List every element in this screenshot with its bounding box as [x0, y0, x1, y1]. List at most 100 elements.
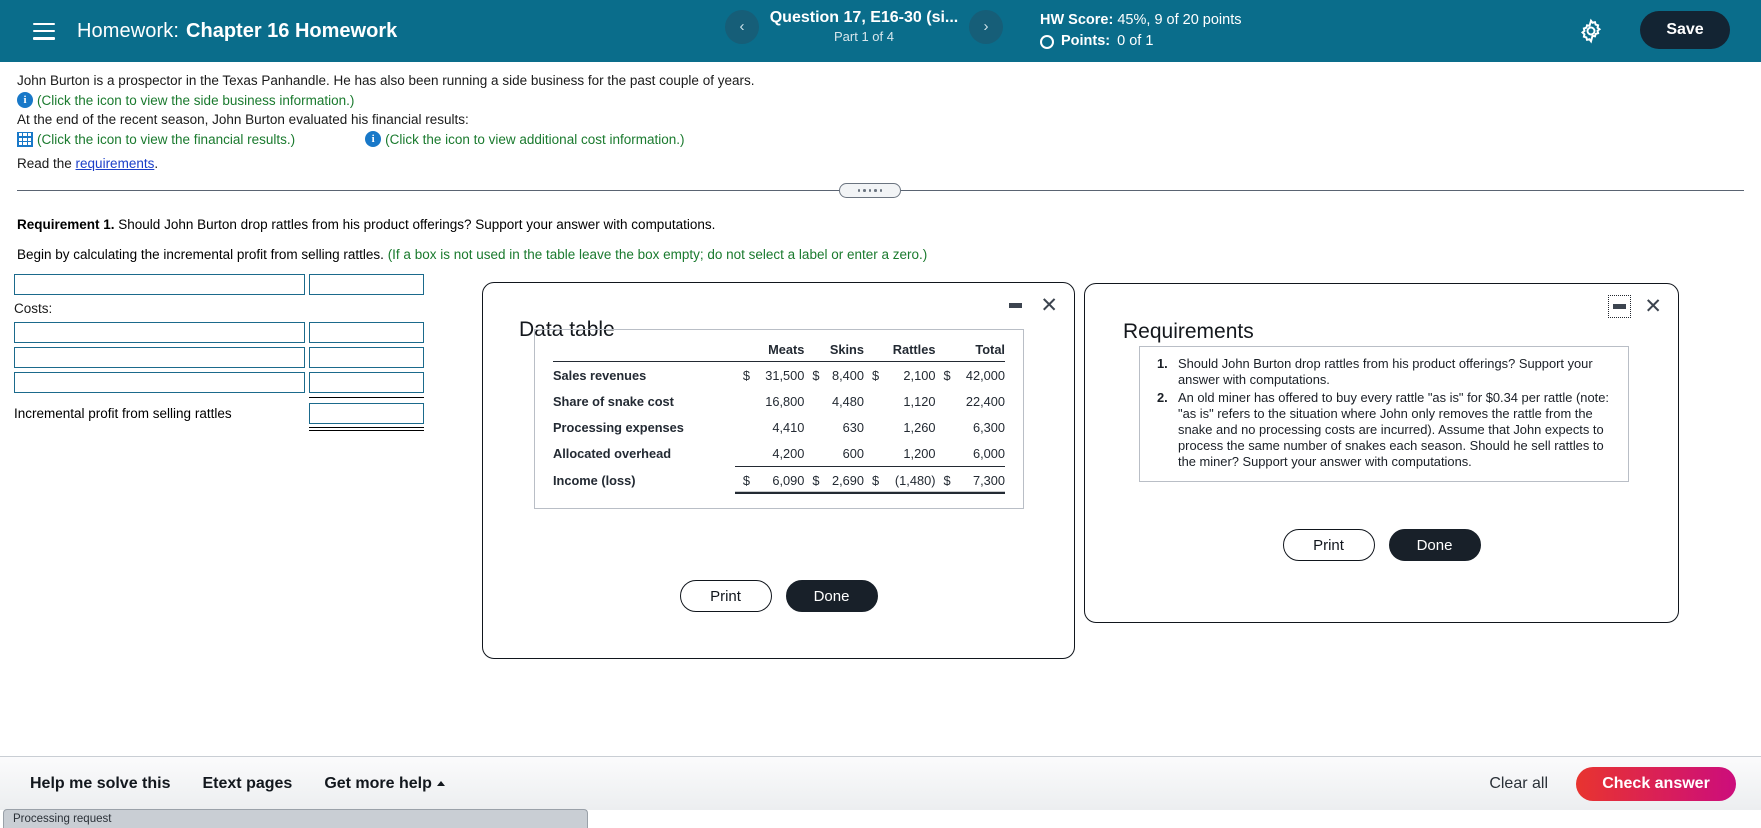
requirement-body: An old miner has offered to buy every ra… — [1178, 390, 1609, 469]
currency-rattles: $ — [872, 367, 880, 383]
hw-score-row: HW Score: 45%, 9 of 20 points — [1040, 11, 1242, 30]
check-answer-button[interactable]: Check answer — [1576, 766, 1736, 801]
value-skins: 4,480 — [831, 393, 864, 409]
value-rattles: 1,120 — [903, 393, 936, 409]
close-icon[interactable]: ✕ — [1040, 295, 1058, 316]
currency-total — [935, 388, 950, 414]
clear-all-button[interactable]: Clear all — [1489, 775, 1548, 793]
value-skins: 600 — [819, 440, 864, 467]
progress-circle-icon — [1040, 34, 1054, 49]
row-label: Allocated overhead — [553, 445, 672, 461]
requirements-dialog: ✕ Requirements 1. Should John Burton dro… — [1084, 283, 1679, 623]
value-input-0[interactable] — [309, 274, 424, 295]
currency-total — [935, 440, 951, 467]
value-rattles: 2,100 — [903, 367, 936, 383]
value-meats: 16,800 — [765, 393, 805, 409]
row-label: Income (loss) — [553, 472, 636, 488]
label-select-3[interactable] — [14, 372, 305, 393]
print-button[interactable]: Print — [679, 580, 772, 612]
requirement-label: Requirement 1. — [17, 217, 115, 232]
table-row: Processing expenses 4,410 630 1,260 6,30… — [553, 414, 1005, 440]
save-button[interactable]: Save — [1640, 11, 1730, 49]
value-total: 6,300 — [972, 419, 1005, 435]
side-business-link[interactable]: (Click the icon to view the side busines… — [37, 93, 354, 108]
label-select-1[interactable] — [14, 322, 305, 343]
subtotal-rule — [309, 397, 424, 398]
hw-score-label: HW Score: — [1040, 12, 1114, 28]
get-more-help-button[interactable]: Get more help — [324, 775, 445, 793]
app-header: Homework: Chapter 16 Homework ‹ Question… — [0, 0, 1761, 62]
side-business-link-row[interactable]: i (Click the icon to view the side busin… — [17, 92, 1517, 108]
additional-cost-link[interactable]: (Click the icon to view additional cost … — [385, 132, 684, 147]
currency-rattles — [864, 414, 879, 440]
value-total: 6,000 — [950, 440, 1005, 467]
requirements-dialog-actions: Print Done — [1085, 529, 1678, 561]
column-header-total: Total — [935, 340, 1005, 362]
answer-row-cost-1 — [14, 320, 424, 345]
points-label: Points: — [1061, 33, 1111, 49]
value-total: 7,300 — [950, 466, 1005, 494]
column-header-meats: Meats — [734, 340, 805, 362]
table-row: Allocated overhead 4,200 600 1,200 6,000 — [553, 440, 1005, 467]
hamburger-icon[interactable] — [33, 22, 55, 40]
statement-line-1: John Burton is a prospector in the Texas… — [17, 73, 755, 88]
question-info: Question 17, E16-30 (si... Part 1 of 4 — [759, 8, 969, 45]
currency-meats — [735, 414, 750, 440]
financial-results-link[interactable]: (Click the icon to view the financial re… — [37, 132, 295, 147]
begin-hint: (If a box is not used in the table leave… — [387, 247, 928, 262]
etext-pages-button[interactable]: Etext pages — [203, 775, 293, 793]
done-button[interactable]: Done — [1388, 529, 1481, 561]
answer-grid: Costs: Incremental profit from selling r… — [14, 272, 424, 432]
info-icon[interactable]: i — [17, 92, 33, 108]
caret-up-icon — [436, 780, 445, 786]
list-item: 2. An old miner has offered to buy every… — [1148, 390, 1616, 470]
help-me-solve-this-button[interactable]: Help me solve this — [30, 775, 171, 793]
homework-title: Chapter 16 Homework — [186, 19, 398, 42]
requirements-link[interactable]: requirements — [76, 156, 155, 171]
value-rattles: 1,260 — [903, 419, 936, 435]
table-row: Sales revenues $ 31,500 $ 8,400 $ 2,100 … — [553, 362, 1005, 389]
next-question-button[interactable]: › — [969, 9, 1003, 44]
table-row: Income (loss) $ 6,090 $ 2,690 $ (1,480) … — [553, 466, 1005, 494]
points-row: Points: 0 of 1 — [1040, 32, 1242, 51]
total-double-rule — [309, 427, 424, 431]
done-button[interactable]: Done — [785, 580, 878, 612]
minimize-icon[interactable] — [1007, 297, 1024, 314]
table-header-row: Meats Skins Rattles Total — [553, 340, 1005, 362]
currency-skins — [804, 388, 819, 414]
table-row: Share of snake cost 16,800 4,480 1,120 2… — [553, 388, 1005, 414]
gear-icon[interactable] — [1577, 17, 1605, 45]
financial-results-table: Meats Skins Rattles Total Sales revenues… — [553, 340, 1005, 494]
question-part: Part 1 of 4 — [834, 29, 894, 44]
label-select-2[interactable] — [14, 347, 305, 368]
minimize-icon[interactable] — [1608, 295, 1632, 318]
previous-question-button[interactable]: ‹ — [725, 9, 759, 44]
currency-meats — [734, 440, 750, 467]
points-value: 0 of 1 — [1117, 33, 1154, 49]
value-input-1[interactable] — [309, 322, 424, 343]
value-input-3[interactable] — [309, 372, 424, 393]
data-table-dialog: ✕ Data table Meats Skins Rattles Total S… — [482, 282, 1075, 659]
table-icon[interactable] — [17, 131, 33, 147]
info-icon-additional-cost[interactable]: i — [365, 131, 382, 147]
value-input-total[interactable] — [309, 402, 424, 424]
print-button[interactable]: Print — [1282, 529, 1375, 561]
close-icon[interactable]: ✕ — [1644, 296, 1662, 317]
currency-meats: $ — [734, 466, 750, 494]
begin-instruction: Begin by calculating the incremental pro… — [17, 247, 927, 262]
value-input-2[interactable] — [309, 347, 424, 368]
currency-total — [935, 414, 950, 440]
begin-text: Begin by calculating the incremental pro… — [17, 247, 388, 262]
requirement-text: Should John Burton drop rattles from his… — [114, 217, 716, 232]
read-prefix: Read the — [17, 156, 76, 171]
divider-drag-handle[interactable] — [839, 183, 901, 198]
total-rule-row — [14, 426, 424, 432]
question-title: Question 17, E16-30 (si... — [769, 9, 959, 26]
answer-row-revenue — [14, 272, 424, 297]
currency-rattles: $ — [864, 466, 880, 494]
value-rattles: (1,480) — [879, 466, 936, 494]
answer-row-cost-2 — [14, 345, 424, 370]
homework-label: Homework: — [77, 19, 180, 42]
currency-skins — [804, 440, 820, 467]
label-select-0[interactable] — [14, 274, 305, 295]
